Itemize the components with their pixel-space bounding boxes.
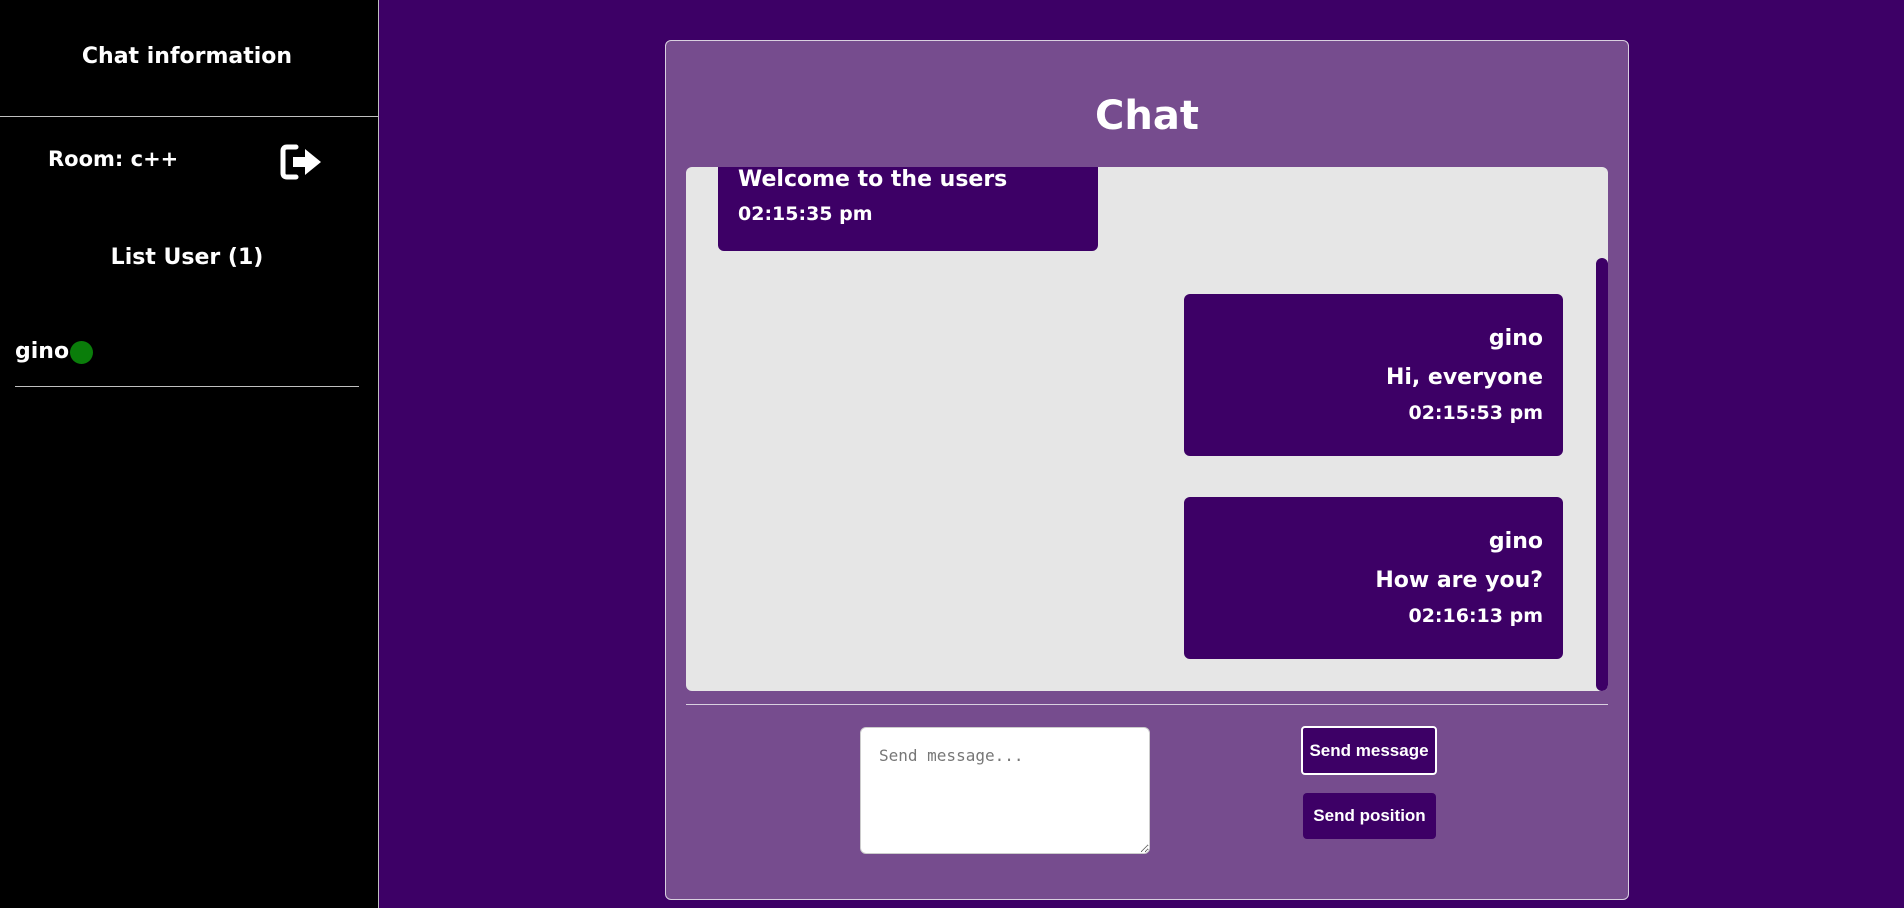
user-name: gino	[15, 339, 70, 364]
send-message-button[interactable]: Send message	[1301, 726, 1437, 775]
send-position-button[interactable]: Send position	[1303, 793, 1436, 839]
message-list[interactable]: Welcome to the users 02:15:35 pm gino Hi…	[686, 167, 1608, 691]
message-input[interactable]	[860, 727, 1150, 854]
sidebar-divider	[0, 116, 378, 117]
message-time: 02:15:53 pm	[1408, 402, 1543, 424]
message-text: Welcome to the users	[738, 167, 1008, 192]
room-label: Room: c++	[48, 147, 179, 171]
user-message: gino How are you? 02:16:13 pm	[1184, 497, 1563, 659]
message-sender: gino	[1488, 529, 1543, 554]
chat-panel: Chat Welcome to the users 02:15:35 pm gi…	[665, 40, 1629, 900]
panel-divider	[686, 704, 1608, 705]
user-list-item: gino	[15, 336, 359, 387]
sign-out-icon[interactable]	[280, 144, 324, 180]
message-time: 02:15:35 pm	[738, 203, 873, 225]
user-message: gino Hi, everyone 02:15:53 pm	[1184, 294, 1563, 456]
message-scrollbar[interactable]	[1596, 258, 1608, 691]
message-sender: gino	[1488, 326, 1543, 351]
sidebar: Chat information Room: c++ List User (1)…	[0, 0, 379, 908]
system-message: Welcome to the users 02:15:35 pm	[718, 167, 1098, 251]
message-time: 02:16:13 pm	[1408, 605, 1543, 627]
online-status-icon	[70, 341, 93, 364]
user-list-title: List User (1)	[110, 245, 264, 270]
chat-title: Chat	[1095, 93, 1199, 139]
message-text: Hi, everyone	[1385, 365, 1543, 390]
message-text: How are you?	[1375, 568, 1543, 593]
sidebar-title: Chat information	[81, 44, 293, 69]
